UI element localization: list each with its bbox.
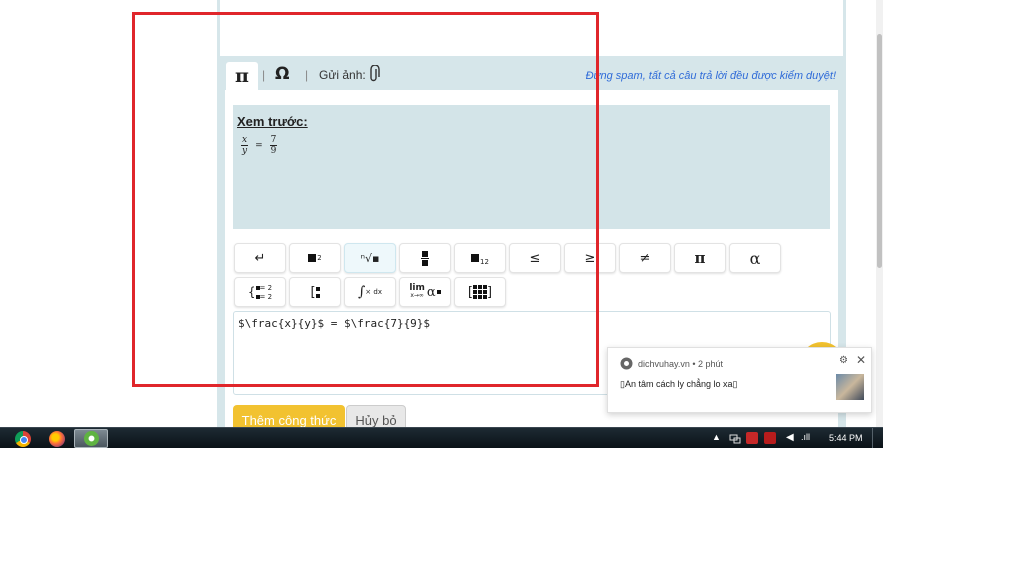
equals-sign: =: [255, 140, 263, 151]
push-notification[interactable]: dichvuhay.vn • 2 phút ⚙ ✕ ▯An tâm cách l…: [607, 347, 872, 413]
scrollbar-thumb[interactable]: [877, 34, 882, 268]
site-logo-icon: [620, 357, 633, 370]
preview-label: Xem trước:: [237, 114, 308, 129]
fraction-denominator: 9: [270, 146, 277, 156]
tab-special-characters[interactable]: Ω: [275, 64, 289, 84]
root-icon: ⁿ√▪: [360, 251, 380, 265]
notification-thumbnail: [836, 374, 864, 400]
browser-viewport: π | Ω | Gửi ảnh: Đừng spam, tất cả câu t…: [0, 0, 883, 448]
tab-separator: |: [262, 68, 266, 82]
preview-math: x y = 7 9: [239, 135, 279, 156]
not-equal-button[interactable]: ≠: [619, 243, 671, 273]
limit-icon: lim x→∞: [409, 283, 425, 300]
notification-source: dichvuhay.vn • 2 phút: [638, 359, 724, 369]
system-equations-button[interactable]: { = 2 = 2: [234, 277, 286, 307]
paperclip-icon[interactable]: [367, 65, 381, 83]
power-button[interactable]: 2: [289, 243, 341, 273]
integral-icon: ∫: [358, 284, 366, 300]
newline-button[interactable]: ↵: [234, 243, 286, 273]
system-brace-icon: {: [247, 285, 256, 299]
fraction-numerator: x: [241, 135, 249, 146]
coccoc-icon: [84, 431, 99, 446]
power-superscript: 2: [317, 254, 322, 262]
tray-app-icon[interactable]: [764, 432, 776, 444]
chrome-icon[interactable]: [15, 431, 31, 447]
volume-icon[interactable]: ◀: [786, 432, 798, 444]
cancel-button[interactable]: Hủy bỏ: [346, 405, 406, 429]
preview-fraction: 7 9: [269, 135, 278, 156]
preview-fraction: x y: [241, 135, 249, 156]
taskbar-active-app[interactable]: [74, 429, 108, 448]
nth-root-button[interactable]: ⁿ√▪: [344, 243, 396, 273]
matrix-icon: [ ]: [467, 284, 493, 300]
formula-preview: Xem trước: x y = 7 9: [233, 105, 830, 229]
moderation-notice: Đừng spam, tất cả câu trả lời đều được k…: [585, 70, 836, 82]
upload-image-label: Gửi ảnh:: [319, 68, 366, 82]
tab-math-symbols[interactable]: π: [226, 62, 258, 91]
greater-equal-button[interactable]: ≥: [564, 243, 616, 273]
less-equal-button[interactable]: ≤: [509, 243, 561, 273]
network-icon[interactable]: [729, 432, 741, 444]
taskbar-clock[interactable]: 5:44 PM: [829, 433, 863, 443]
fraction-numerator: 7: [269, 135, 278, 146]
limit-alpha: α: [426, 284, 436, 300]
integral-button[interactable]: ∫ × dx: [344, 277, 396, 307]
fraction-button[interactable]: [399, 243, 451, 273]
alpha-button[interactable]: α: [729, 243, 781, 273]
formula-input-text: $\frac{x}{y}$ = $\frac{7}{9}$: [238, 317, 431, 330]
placeholder-square-icon: [471, 254, 480, 262]
integral-label: × dx: [365, 288, 382, 296]
close-icon[interactable]: ✕: [856, 353, 866, 367]
add-formula-button[interactable]: Thêm công thức: [233, 405, 345, 429]
show-desktop-button[interactable]: [872, 428, 883, 448]
tab-separator: |: [305, 68, 309, 82]
limit-button[interactable]: lim x→∞ α: [399, 277, 451, 307]
subscript-label: 12: [480, 258, 489, 266]
fraction-denominator: y: [242, 146, 248, 156]
signal-icon[interactable]: .ıll: [801, 432, 813, 444]
system-lines: = 2 = 2: [255, 283, 272, 301]
subscript-button[interactable]: 12: [454, 243, 506, 273]
fraction-icon: [421, 250, 429, 266]
tray-expand-icon[interactable]: ▲: [712, 432, 721, 442]
windows-taskbar: ▲ ◀ .ıll 5:44 PM: [0, 427, 883, 448]
security-icon[interactable]: [746, 432, 758, 444]
pi-button[interactable]: π: [674, 243, 726, 273]
enter-icon: ↵: [254, 250, 266, 266]
bracket-lines: [315, 286, 320, 298]
editor-tabbar: π | Ω | Gửi ảnh: Đừng spam, tất cả câu t…: [220, 56, 843, 91]
placeholder-square-icon: [308, 254, 317, 262]
matrix-button[interactable]: [ ]: [454, 277, 506, 307]
notification-body: ▯An tâm cách ly chẳng lo xa▯: [620, 379, 738, 389]
bracket-system-button[interactable]: [: [289, 277, 341, 307]
gear-icon[interactable]: ⚙: [839, 355, 848, 366]
firefox-icon[interactable]: [49, 431, 65, 447]
